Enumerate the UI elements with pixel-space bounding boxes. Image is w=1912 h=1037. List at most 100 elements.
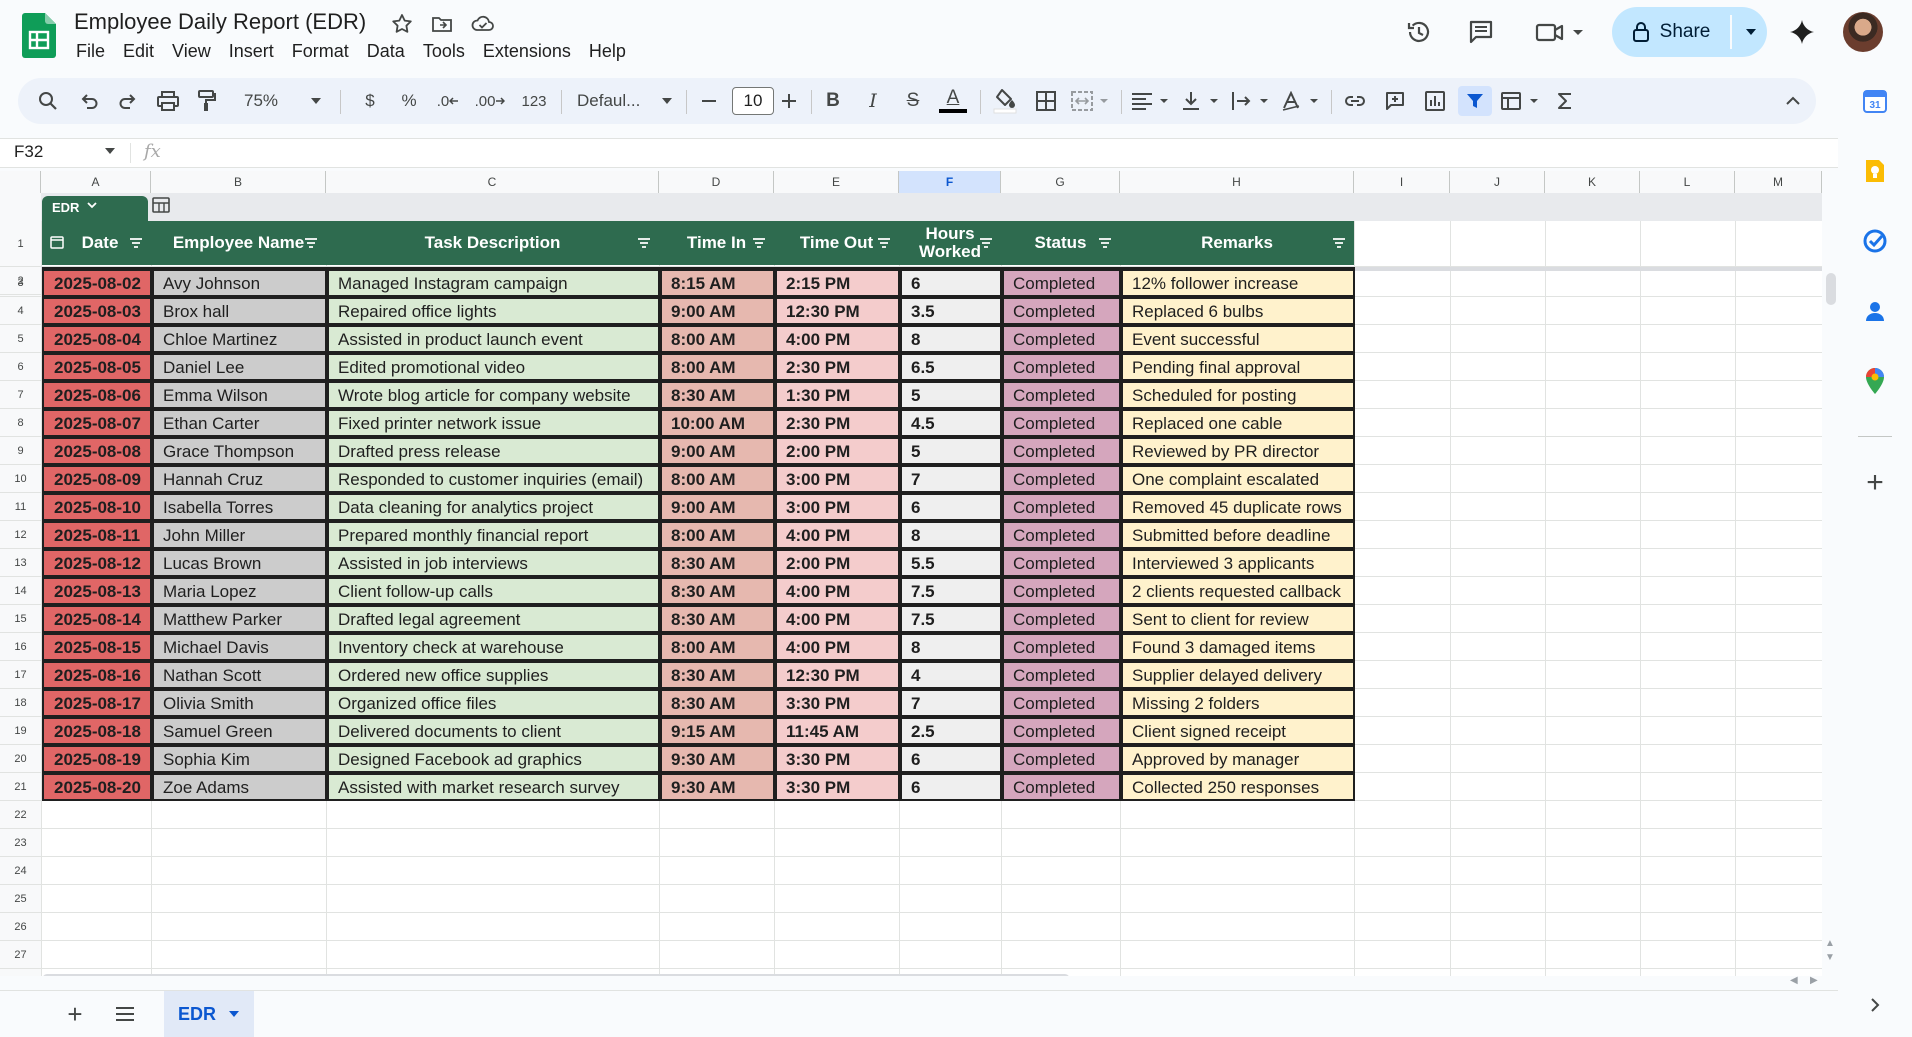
cell-status[interactable]: Completed (1002, 577, 1121, 605)
cell-task-description[interactable]: Responded to customer inquiries (email) (327, 465, 660, 493)
cell-remarks[interactable]: Removed 45 duplicate rows (1121, 493, 1355, 521)
gemini-icon[interactable] (1782, 12, 1822, 52)
cell-status[interactable]: Completed (1002, 465, 1121, 493)
functions-icon[interactable] (1550, 86, 1580, 116)
cell-hours-worked[interactable]: 4.5 (900, 409, 1002, 437)
cell-hours-worked[interactable]: 6 (900, 773, 1002, 801)
cell-remarks[interactable]: Approved by manager (1121, 745, 1355, 773)
cell-remarks[interactable]: Missing 2 folders (1121, 689, 1355, 717)
cell-time-out[interactable]: 2:30 PM (775, 409, 900, 437)
strikethrough-button[interactable]: S (898, 86, 928, 116)
cell-time-in[interactable]: 8:30 AM (660, 661, 775, 689)
comments-icon[interactable] (1461, 12, 1501, 52)
cell-date[interactable]: 2025-08-04 (42, 325, 152, 353)
cell-hours-worked[interactable]: 8 (900, 325, 1002, 353)
cell-date[interactable]: 2025-08-18 (42, 717, 152, 745)
cell-status[interactable]: Completed (1002, 605, 1121, 633)
text-wrapping-icon[interactable] (1228, 86, 1274, 116)
cell-hours-worked[interactable]: 8 (900, 521, 1002, 549)
cell-time-in[interactable]: 8:00 AM (660, 325, 775, 353)
cell-employee-name[interactable]: Avy Johnson (152, 269, 327, 297)
cell-date[interactable]: 2025-08-09 (42, 465, 152, 493)
horizontal-align-icon[interactable] (1128, 86, 1174, 116)
menu-insert[interactable]: Insert (220, 40, 283, 62)
name-box[interactable]: F32 (14, 142, 43, 162)
cell-status[interactable]: Completed (1002, 325, 1121, 353)
cell-remarks[interactable]: Collected 250 responses (1121, 773, 1355, 801)
menu-file[interactable]: File (74, 40, 114, 62)
cell-time-out[interactable]: 1:30 PM (775, 381, 900, 409)
cell-date[interactable]: 2025-08-11 (42, 521, 152, 549)
cell-remarks[interactable]: 2 clients requested callback (1121, 577, 1355, 605)
cell-task-description[interactable]: Managed Instagram campaign (327, 269, 660, 297)
cell-remarks[interactable]: Client signed receipt (1121, 717, 1355, 745)
sheet-grid[interactable]: ABCDEFGHIJKLM 1 2 3 4 5 6 7 8 9 10 11 12 13 14 15 16 17 1… (0, 171, 1822, 976)
cell-employee-name[interactable]: Grace Thompson (152, 437, 327, 465)
cell-task-description[interactable]: Fixed printer network issue (327, 409, 660, 437)
search-menus-icon[interactable] (33, 86, 63, 116)
cell-time-out[interactable]: 3:00 PM (775, 465, 900, 493)
cell-date[interactable]: 2025-08-07 (42, 409, 152, 437)
cell-status[interactable]: Completed (1002, 633, 1121, 661)
tasks-icon[interactable] (1860, 226, 1890, 256)
get-addons-icon[interactable]: + (1860, 466, 1890, 499)
cell-status[interactable]: Completed (1002, 521, 1121, 549)
cell-task-description[interactable]: Client follow-up calls (327, 577, 660, 605)
cell-time-out[interactable]: 4:00 PM (775, 521, 900, 549)
cell-task-description[interactable]: Prepared monthly financial report (327, 521, 660, 549)
cell-time-in[interactable]: 8:30 AM (660, 605, 775, 633)
cell-time-out[interactable]: 3:00 PM (775, 493, 900, 521)
cell-time-out[interactable]: 4:00 PM (775, 605, 900, 633)
scroll-right-arrow-icon[interactable]: ▶ (1810, 975, 1818, 986)
decrease-decimal-button[interactable]: .0 (431, 86, 465, 116)
cell-time-out[interactable]: 2:30 PM (775, 353, 900, 381)
merge-cells-icon[interactable] (1068, 86, 1114, 116)
cell-task-description[interactable]: Edited promotional video (327, 353, 660, 381)
cell-remarks[interactable]: Event successful (1121, 325, 1355, 353)
menu-edit[interactable]: Edit (114, 40, 163, 62)
cell-time-out[interactable]: 2:00 PM (775, 549, 900, 577)
vertical-scrollbar[interactable] (1826, 273, 1836, 305)
cell-time-in[interactable]: 9:00 AM (660, 493, 775, 521)
document-title[interactable]: Employee Daily Report (EDR) (74, 9, 366, 35)
cell-time-in[interactable]: 9:30 AM (660, 745, 775, 773)
cell-hours-worked[interactable]: 7.5 (900, 605, 1002, 633)
show-side-panel-icon[interactable] (1860, 990, 1890, 1020)
cell-task-description[interactable]: Assisted with market research survey (327, 773, 660, 801)
bold-button[interactable]: B (818, 86, 848, 116)
name-box-caret-icon[interactable] (104, 143, 116, 158)
cell-status[interactable]: Completed (1002, 745, 1121, 773)
cell-date[interactable]: 2025-08-05 (42, 353, 152, 381)
cell-time-in[interactable]: 8:00 AM (660, 465, 775, 493)
cell-time-in[interactable]: 8:00 AM (660, 521, 775, 549)
cell-status[interactable]: Completed (1002, 493, 1121, 521)
cell-remarks[interactable]: Sent to client for review (1121, 605, 1355, 633)
cell-remarks[interactable]: Submitted before deadline (1121, 521, 1355, 549)
cell-status[interactable]: Completed (1002, 717, 1121, 745)
move-folder-icon[interactable] (430, 12, 456, 38)
cell-time-out[interactable]: 4:00 PM (775, 325, 900, 353)
menu-tools[interactable]: Tools (414, 40, 474, 62)
cell-status[interactable]: Completed (1002, 689, 1121, 717)
collapse-toolbar-icon[interactable] (1778, 86, 1808, 116)
italic-button[interactable]: I (858, 86, 888, 116)
cell-hours-worked[interactable]: 5.5 (900, 549, 1002, 577)
filter-views-icon[interactable] (1498, 86, 1544, 116)
vertical-align-icon[interactable] (1178, 86, 1224, 116)
cell-time-out[interactable]: 3:30 PM (775, 773, 900, 801)
cell-task-description[interactable]: Ordered new office supplies (327, 661, 660, 689)
cell-time-out[interactable]: 12:30 PM (775, 297, 900, 325)
menu-extensions[interactable]: Extensions (474, 40, 580, 62)
cell-status[interactable]: Completed (1002, 409, 1121, 437)
cell-employee-name[interactable]: Nathan Scott (152, 661, 327, 689)
cell-remarks[interactable]: Replaced 6 bulbs (1121, 297, 1355, 325)
cell-employee-name[interactable]: Maria Lopez (152, 577, 327, 605)
cell-employee-name[interactable]: Zoe Adams (152, 773, 327, 801)
cell-status[interactable]: Completed (1002, 661, 1121, 689)
zoom-select[interactable]: 75% (238, 86, 328, 116)
cell-employee-name[interactable]: Olivia Smith (152, 689, 327, 717)
version-history-icon[interactable] (1399, 12, 1439, 52)
cell-time-in[interactable]: 8:30 AM (660, 689, 775, 717)
decrease-font-size-icon[interactable] (694, 86, 724, 116)
cloud-saved-icon[interactable] (470, 12, 496, 38)
